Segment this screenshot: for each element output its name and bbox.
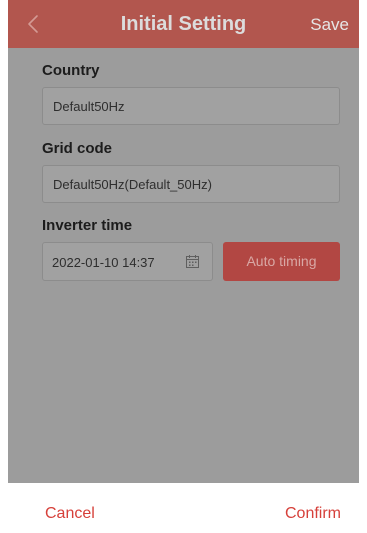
header-bar: Initial Setting Save [8, 0, 359, 48]
country-select[interactable]: Default50Hz [42, 87, 340, 125]
grid-code-value: Default50Hz(Default_50Hz) [53, 177, 212, 192]
grid-code-select[interactable]: Default50Hz(Default_50Hz) [42, 165, 340, 203]
initial-setting-screen: Initial Setting Save Country Default50Hz… [0, 0, 367, 533]
grid-code-label: Grid code [42, 140, 113, 157]
auto-timing-button[interactable]: Auto timing [223, 242, 340, 281]
dimmed-settings-panel: Initial Setting Save Country Default50Hz… [8, 0, 359, 483]
page-title: Initial Setting [120, 13, 247, 35]
cancel-button[interactable]: Cancel [45, 505, 95, 523]
country-label: Country [42, 62, 100, 79]
save-button[interactable]: Save [310, 0, 349, 48]
confirm-button[interactable]: Confirm [285, 505, 341, 523]
inverter-time-field[interactable]: 2022-01-10 14:37 [42, 242, 213, 281]
country-value: Default50Hz [53, 99, 125, 114]
inverter-time-value: 2022-01-10 14:37 [52, 255, 155, 270]
inverter-time-label: Inverter time [42, 217, 133, 234]
chevron-left-icon[interactable] [22, 12, 46, 36]
calendar-icon[interactable] [185, 254, 200, 269]
